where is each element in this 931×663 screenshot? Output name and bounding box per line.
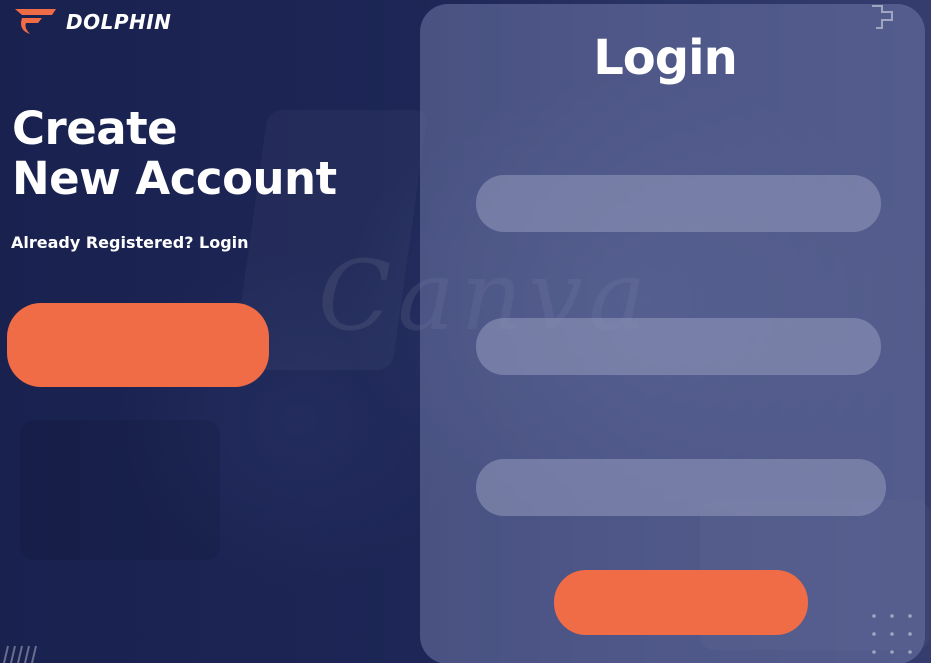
dots-grid-icon xyxy=(872,614,912,654)
brand-logo[interactable]: DOLPHIN xyxy=(12,6,171,38)
already-registered-login-link[interactable]: Already Registered? Login xyxy=(11,233,249,252)
login-field-1[interactable] xyxy=(476,175,881,232)
background-shape xyxy=(20,420,220,560)
create-account-button[interactable] xyxy=(7,303,269,387)
headline-line-1: Create xyxy=(12,102,178,155)
page-headline: Create New Account xyxy=(12,104,337,204)
dolphin-logo-icon xyxy=(15,9,56,34)
login-field-2[interactable] xyxy=(476,318,881,375)
login-field-3[interactable] xyxy=(476,459,886,516)
stripes-decor-icon xyxy=(3,645,37,663)
plus-outline-icon xyxy=(872,5,893,29)
login-panel: Login xyxy=(420,4,925,663)
login-title: Login xyxy=(593,30,738,86)
brand-name: DOLPHIN xyxy=(66,10,172,34)
login-submit-button[interactable] xyxy=(554,570,808,635)
headline-line-2: New Account xyxy=(12,152,337,205)
